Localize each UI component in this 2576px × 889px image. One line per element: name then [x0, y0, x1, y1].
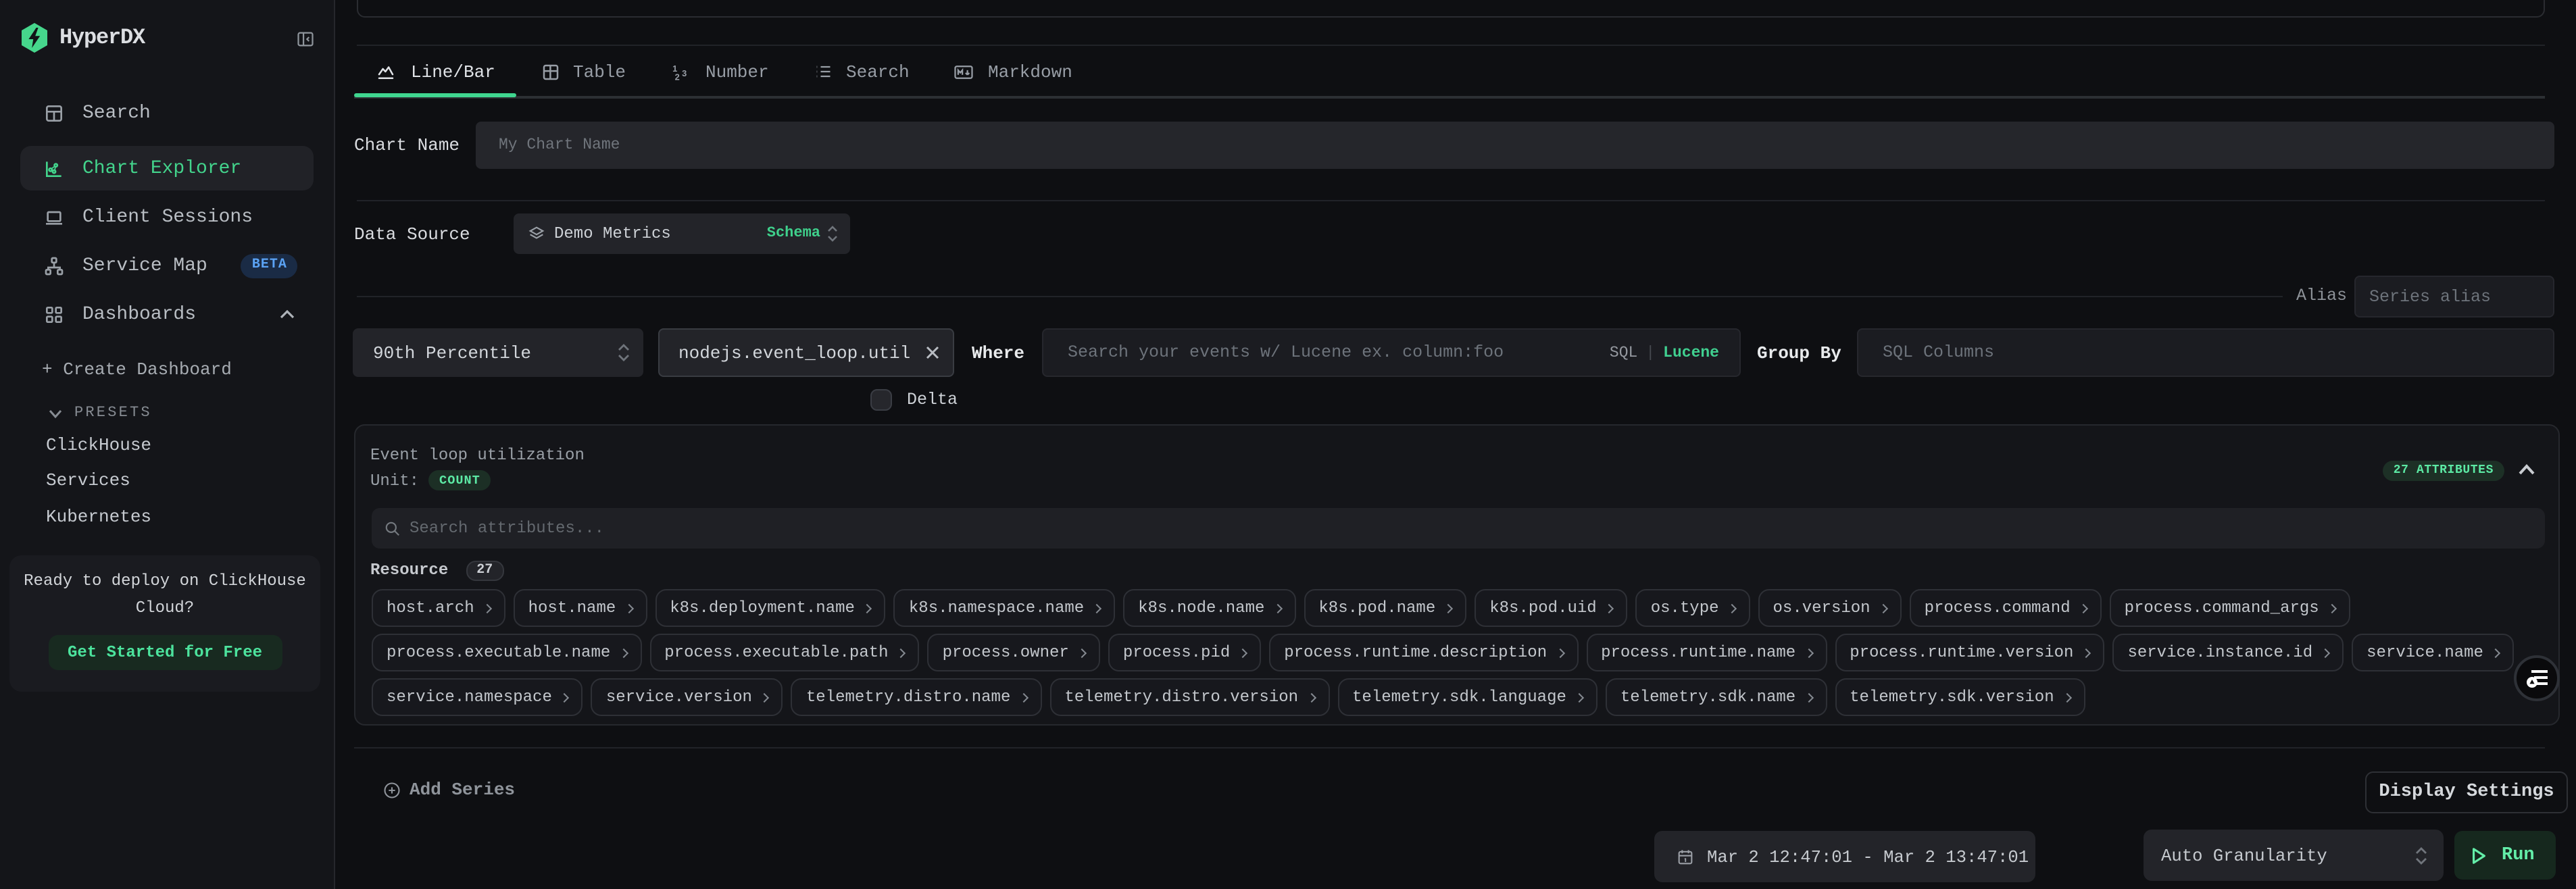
svg-text:2: 2 — [675, 72, 680, 82]
svg-text:3: 3 — [682, 68, 687, 78]
